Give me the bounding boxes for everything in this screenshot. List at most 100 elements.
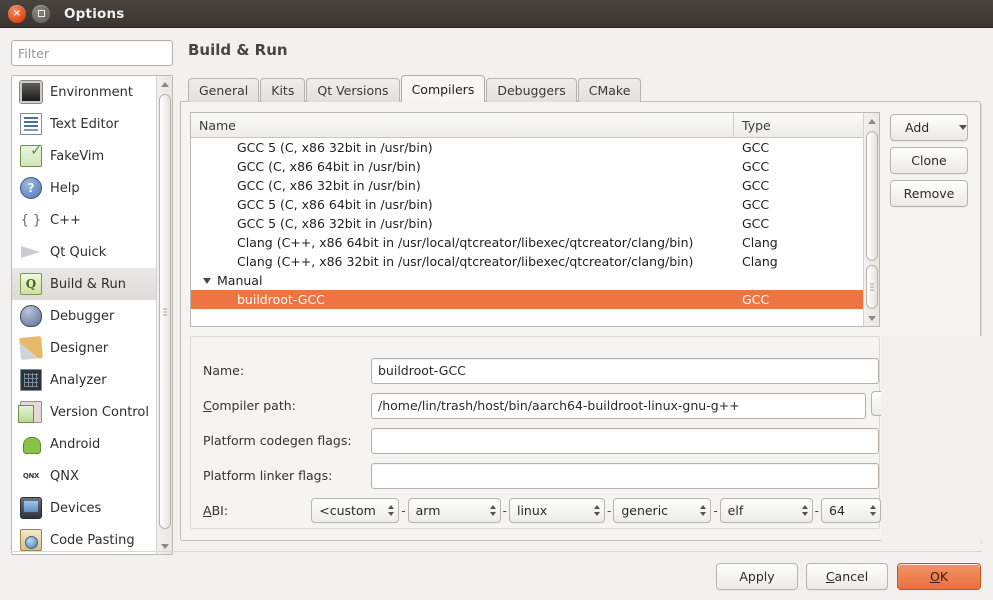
scrollbar-thumb[interactable]	[866, 265, 878, 309]
platform-linker-flags-field[interactable]	[371, 463, 879, 489]
name-field[interactable]: buildroot-GCC	[371, 358, 879, 384]
compiler-path-field[interactable]: /home/lin/trash/host/bin/aarch64-buildro…	[371, 393, 866, 419]
cell-type: GCC	[734, 292, 863, 307]
sidebar-item-label: C++	[50, 213, 81, 228]
spinner-arrows-icon[interactable]	[865, 505, 876, 516]
abi-part-5-select[interactable]: 64	[821, 498, 881, 523]
tab-general[interactable]: General	[188, 78, 259, 102]
scroll-up-icon[interactable]	[864, 113, 880, 129]
table-row[interactable]: Clang (C++, x86 32bit in /usr/local/qtcr…	[191, 252, 863, 271]
sidebar-item-devices[interactable]: Devices	[12, 492, 156, 524]
spinner-arrows-icon[interactable]	[695, 505, 706, 516]
cell-type: GCC	[734, 197, 863, 212]
table-row[interactable]: Manual	[191, 271, 863, 290]
scroll-down-icon[interactable]	[864, 310, 880, 326]
sidebar-item-label: Text Editor	[50, 117, 119, 132]
ok-accel: O	[930, 569, 940, 584]
abi-part-4-select[interactable]: elf	[720, 498, 813, 523]
name-label: Name:	[191, 363, 371, 378]
add-button[interactable]: Add	[890, 114, 968, 141]
scrollbar-thumb[interactable]	[159, 94, 171, 529]
window-title: Options	[64, 6, 125, 22]
table-header: Name Type	[191, 113, 879, 138]
sidebar-item-fakevim[interactable]: FakeVim	[12, 140, 156, 172]
tab-compilers[interactable]: Compilers	[401, 75, 486, 102]
table-body: GCC 5 (C, x86 32bit in /usr/bin)GCCGCC (…	[191, 138, 863, 326]
cell-name: GCC (C, x86 64bit in /usr/bin)	[237, 159, 421, 174]
column-header-name[interactable]: Name	[191, 113, 734, 137]
abi-accel: A	[203, 503, 212, 518]
table-row[interactable]: GCC 5 (C, x86 32bit in /usr/bin)GCC	[191, 214, 863, 233]
tab-qt-versions[interactable]: Qt Versions	[306, 78, 399, 102]
analyzer-icon	[20, 369, 42, 391]
tab-kits[interactable]: Kits	[260, 78, 305, 102]
apply-button[interactable]: Apply	[716, 563, 798, 590]
search-input[interactable]: Filter	[11, 40, 173, 66]
cell-name: GCC 5 (C, x86 64bit in /usr/bin)	[237, 197, 433, 212]
abi-separator: -	[605, 504, 613, 518]
help-icon	[20, 177, 42, 199]
sidebar-item-c[interactable]: C++	[12, 204, 156, 236]
table-row[interactable]: GCC (C, x86 64bit in /usr/bin)GCC	[191, 157, 863, 176]
tab-debuggers[interactable]: Debuggers	[486, 78, 576, 102]
compiler-path-label: Compiler path:	[191, 398, 371, 413]
cell-type: GCC	[734, 178, 863, 193]
cancel-button[interactable]: Cancel	[806, 563, 888, 590]
table-scrollbar[interactable]	[863, 113, 879, 326]
sidebar-item-version-control[interactable]: Version Control	[12, 396, 156, 428]
sidebar-item-label: Designer	[50, 341, 108, 356]
qt-quick-icon	[20, 241, 42, 263]
sidebar-item-qnx[interactable]: QNX	[12, 460, 156, 492]
sidebar: Environment Text Editor FakeVimHelp C++ Qt Q…	[11, 75, 173, 555]
devices-icon	[20, 497, 42, 519]
abi-separator: -	[711, 504, 719, 518]
sidebar-item-text-editor[interactable]: Text Editor	[12, 108, 156, 140]
abi-part-2-select[interactable]: linux	[509, 498, 605, 523]
column-header-type[interactable]: Type	[734, 113, 879, 137]
spinner-arrows-icon[interactable]	[797, 505, 808, 516]
abi-part-1-select[interactable]: arm	[408, 498, 501, 523]
abi-separator: -	[501, 504, 509, 518]
clone-button[interactable]: Clone	[890, 147, 968, 174]
sidebar-item-help[interactable]: Help	[12, 172, 156, 204]
abi-part-3-value: generic	[621, 503, 668, 518]
sidebar-item-android[interactable]: Android	[12, 428, 156, 460]
sidebar-item-debugger[interactable]: Debugger	[12, 300, 156, 332]
sidebar-scrollbar[interactable]	[156, 76, 172, 554]
environment-icon	[20, 81, 42, 103]
sidebar-item-designer[interactable]: Designer	[12, 332, 156, 364]
sidebar-item-environment[interactable]: Environment	[12, 76, 156, 108]
sidebar-item-qt-quick[interactable]: Qt Quick	[12, 236, 156, 268]
sidebar-item-label: QNX	[50, 469, 79, 484]
table-row[interactable]: buildroot-GCCGCC	[191, 290, 863, 309]
close-icon[interactable]: ×	[8, 5, 26, 23]
sidebar-item-build-run[interactable]: Build & Run	[12, 268, 156, 300]
table-row[interactable]: Clang (C++, x86 64bit in /usr/local/qtcr…	[191, 233, 863, 252]
maximize-icon[interactable]	[32, 5, 50, 23]
ok-button[interactable]: OK	[897, 563, 981, 590]
table-row[interactable]: GCC 5 (C, x86 32bit in /usr/bin)GCC	[191, 138, 863, 157]
platform-codegen-flags-field[interactable]	[371, 428, 879, 454]
android-icon	[20, 433, 42, 455]
abi-label-rest: BI:	[212, 503, 228, 518]
table-row[interactable]: GCC (C, x86 32bit in /usr/bin)GCC	[191, 176, 863, 195]
remove-button[interactable]: Remove	[890, 180, 968, 207]
abi-part-0-select[interactable]: <custom	[311, 498, 399, 523]
scroll-up-icon[interactable]	[157, 76, 173, 92]
sidebar-item-label: Android	[50, 437, 100, 452]
spinner-arrows-icon[interactable]	[383, 505, 394, 516]
page-title: Build & Run	[188, 41, 288, 59]
cell-type: Clang	[734, 235, 863, 250]
tab-cmake[interactable]: CMake	[578, 78, 642, 102]
spinner-arrows-icon[interactable]	[589, 505, 600, 516]
scrollbar-thumb-upper[interactable]	[866, 131, 878, 261]
spinner-arrows-icon[interactable]	[485, 505, 496, 516]
table-row[interactable]: GCC 5 (C, x86 64bit in /usr/bin) GCC	[191, 195, 863, 214]
tab-bar: GeneralKitsQt VersionsCompilersDebuggers…	[188, 76, 642, 102]
abi-part-3-select[interactable]: generic	[613, 498, 711, 523]
sidebar-item-analyzer[interactable]: Analyzer	[12, 364, 156, 396]
cell-name: Clang (C++, x86 64bit in /usr/local/qtcr…	[237, 235, 693, 250]
cell-name: Clang (C++, x86 32bit in /usr/local/qtcr…	[237, 254, 693, 269]
qnx-icon	[20, 465, 42, 487]
expander-triangle-icon[interactable]	[203, 278, 211, 284]
